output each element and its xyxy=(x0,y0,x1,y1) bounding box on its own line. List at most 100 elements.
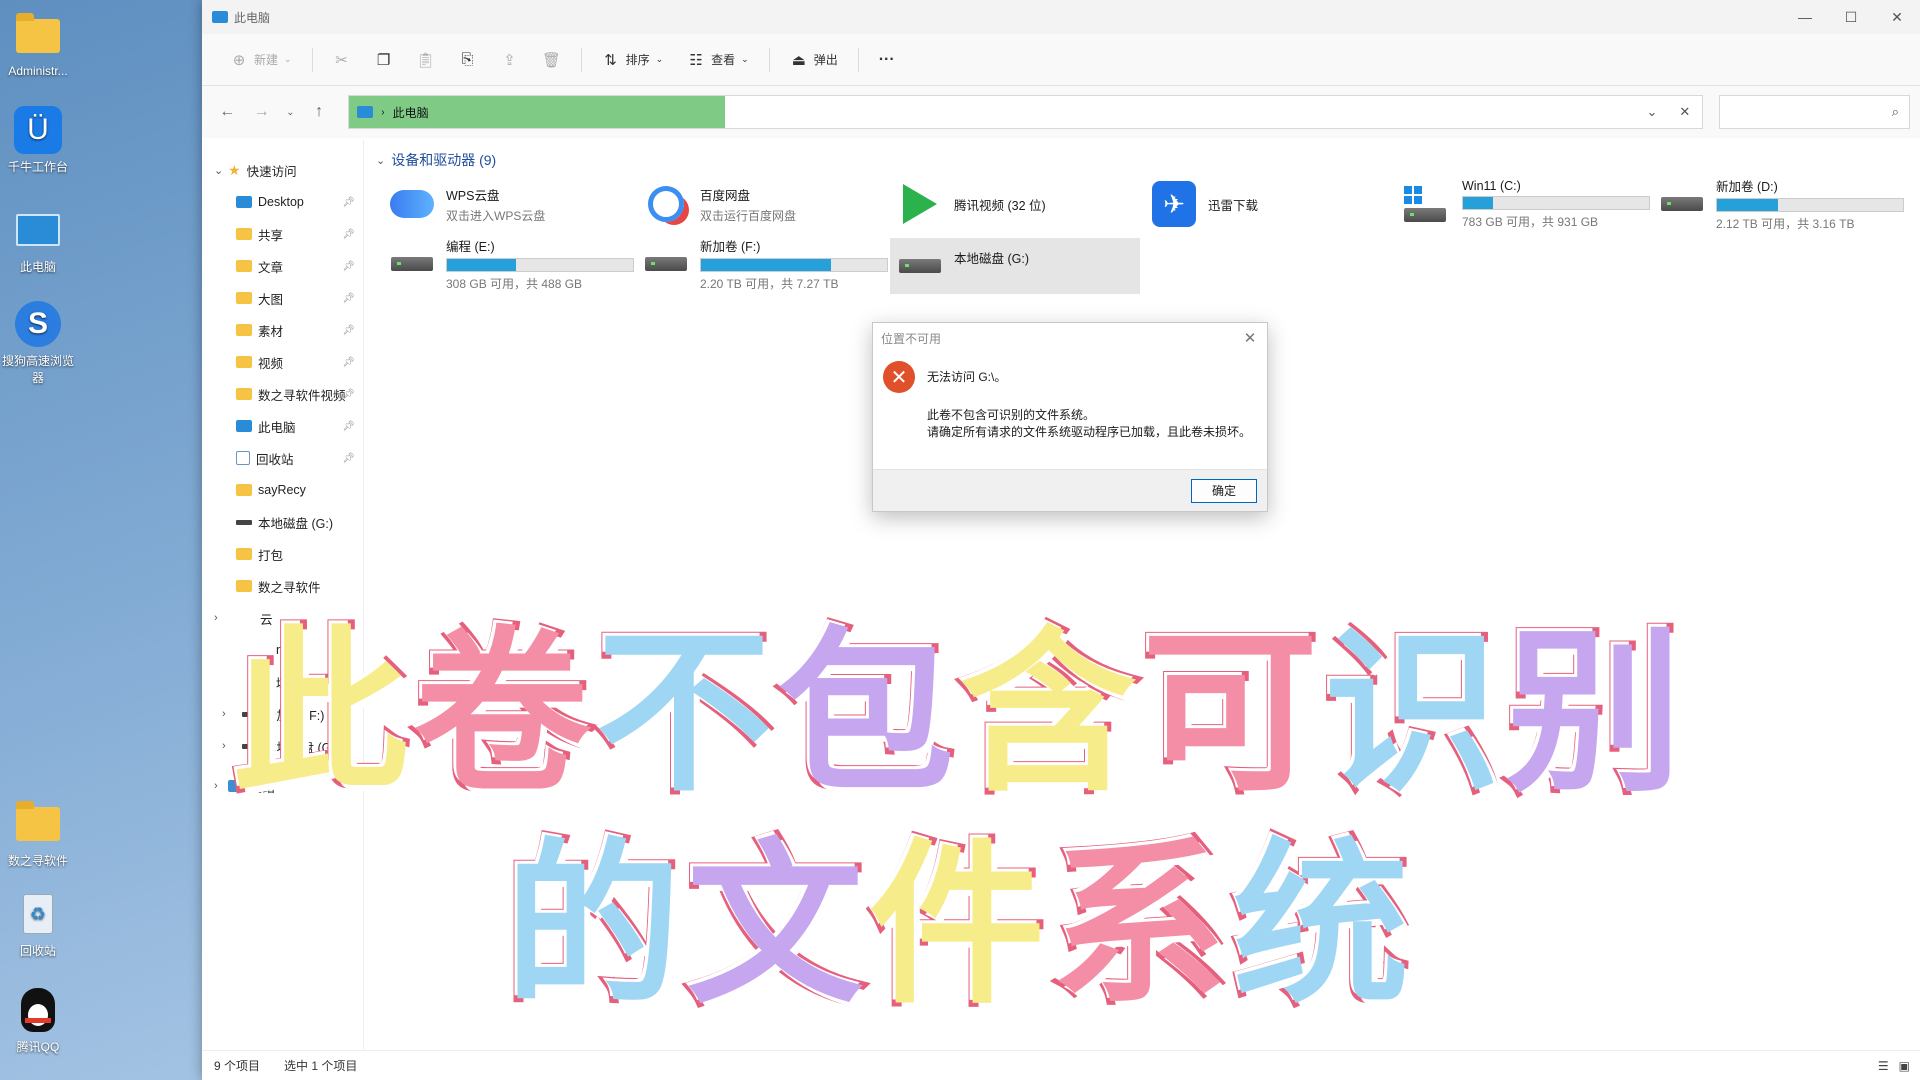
tile-baidu-netdisk[interactable]: 百度网盘 双击运行百度网盘 xyxy=(636,176,886,232)
desktop-icon xyxy=(236,196,252,208)
desktop-icon-administrator[interactable]: Administr... xyxy=(2,12,74,78)
tiles-view-icon[interactable]: ▣ xyxy=(1899,1059,1910,1073)
sidebar-item-package[interactable]: 打包 xyxy=(202,538,363,570)
sidebar-item-share[interactable]: 共享 📌︎ xyxy=(202,218,363,250)
breadcrumb[interactable]: 此电脑 xyxy=(393,104,429,121)
minimize-button[interactable]: — xyxy=(1782,9,1828,26)
more-button[interactable]: ··· xyxy=(869,45,905,75)
desktop-icon-label: Administr... xyxy=(8,64,68,78)
address-row: ← → ⌄ ↑ › 此电脑 ⌄ ✕ ⌕ xyxy=(202,86,1920,138)
view-list-icon: ☷ xyxy=(689,51,703,69)
desktop-icon-qq[interactable]: 腾讯QQ xyxy=(2,986,74,1055)
sidebar-item-partial-domain[interactable]: 域 xyxy=(202,666,363,698)
desktop-icon-shuzhixun[interactable]: 数之寻软件 xyxy=(2,800,74,869)
drive-icon xyxy=(388,240,436,288)
search-input[interactable]: ⌕ xyxy=(1719,95,1910,129)
sidebar-item-recycle-bin[interactable]: 回收站 📌︎ xyxy=(202,442,363,474)
folder-icon xyxy=(236,292,252,304)
sidebar-item-label: 数之寻软件视频 xyxy=(258,388,346,403)
qq-penguin-icon xyxy=(14,986,62,1034)
sidebar-item-materials[interactable]: 素材 📌︎ xyxy=(202,314,363,346)
sidebar-item-label: 快速访问 xyxy=(246,164,297,179)
group-header[interactable]: ⌄ 设备和驱动器 (9) xyxy=(376,150,496,170)
sidebar-item-partial-n1[interactable]: n1 xyxy=(202,634,363,666)
content-pane: ⌄ 设备和驱动器 (9) WPS云盘 双击进入WPS云盘 百度网盘 双击运行百度网盘… xyxy=(370,140,1920,1050)
tile-drive-f[interactable]: 新加卷 (F:) 2.20 TB 可用，共 7.27 TB xyxy=(636,236,888,292)
rename-icon: ⎘ xyxy=(461,51,474,68)
arrow-left-icon: ← xyxy=(219,103,236,120)
address-dropdown-icon[interactable]: ⌄ xyxy=(1646,104,1657,120)
new-button[interactable]: ⊕ 新建 ⌄ xyxy=(220,45,302,75)
sidebar-item-label: sayRecy xyxy=(258,483,306,497)
sidebar-quick-access[interactable]: ⌄ ★ 快速访问 xyxy=(202,154,363,186)
desktop-icon-this-pc[interactable]: 此电脑 xyxy=(2,206,74,275)
this-pc-icon xyxy=(212,11,228,23)
address-bar[interactable]: › 此电脑 ⌄ ✕ xyxy=(348,95,1704,129)
details-view-icon[interactable]: ☰ xyxy=(1878,1059,1889,1073)
new-label: 新建 xyxy=(254,53,279,67)
tile-drive-e[interactable]: 编程 (E:) 308 GB 可用，共 488 GB xyxy=(382,236,634,292)
folder-icon xyxy=(236,324,252,336)
up-button[interactable]: ↑ xyxy=(304,96,334,128)
forward-button[interactable]: → xyxy=(246,96,276,128)
back-button[interactable]: ← xyxy=(212,96,242,128)
sidebar-item-label: 共享 xyxy=(258,228,284,243)
error-dialog: 位置不可用 ✕ ✕ 无法访问 G:\。 此卷不包含可识别的文件系统。 请确定所有… xyxy=(872,322,1268,512)
title-bar[interactable]: 此电脑 — ☐ ✕ xyxy=(202,0,1920,34)
view-button[interactable]: ☷ 查看 ⌄ xyxy=(677,45,759,75)
ok-button[interactable]: 确定 xyxy=(1191,478,1257,503)
copy-icon: ❐ xyxy=(376,51,391,69)
desktop-icon-label: 搜狗高速浏览器 xyxy=(2,354,75,385)
cut-button[interactable]: ✂ xyxy=(323,45,361,75)
pin-icon: 📌︎ xyxy=(342,388,355,400)
folder-icon xyxy=(236,580,252,592)
dialog-title-bar[interactable]: 位置不可用 ✕ xyxy=(873,323,1267,353)
sort-button[interactable]: ⇅ 排序 ⌄ xyxy=(592,45,674,75)
rename-button[interactable]: ⎘ xyxy=(449,45,487,75)
sidebar-item-articles[interactable]: 文章 📌︎ xyxy=(202,250,363,282)
folder-icon xyxy=(236,484,252,496)
sidebar-item-sayrecy[interactable]: sayRecy xyxy=(202,474,363,506)
tile-xunlei[interactable]: ✈ 迅雷下载 xyxy=(1144,176,1394,232)
sidebar-item-desktop[interactable]: Desktop 📌︎ xyxy=(202,186,363,218)
delete-button[interactable]: 🗑︎ xyxy=(533,45,571,75)
sidebar-item-network[interactable]: › 网络 xyxy=(202,770,363,802)
close-button[interactable]: ✕ xyxy=(1874,9,1920,26)
tile-tencent-video[interactable]: 腾讯视频 (32 位) xyxy=(890,176,1140,232)
sidebar-item-videos[interactable]: 视频 📌︎ xyxy=(202,346,363,378)
sidebar-item-cloud[interactable]: › 云 xyxy=(202,602,363,634)
eject-button[interactable]: ⏏ 弹出 xyxy=(780,45,848,75)
pin-icon: 📌︎ xyxy=(342,324,355,336)
desktop-icon-recycle-bin[interactable]: ♻ 回收站 xyxy=(2,890,74,959)
sidebar-item-software-videos[interactable]: 数之寻软件视频 📌︎ xyxy=(202,378,363,410)
folder-icon xyxy=(236,228,252,240)
sidebar-item-this-pc[interactable]: 此电脑 📌︎ xyxy=(202,410,363,442)
tile-drive-c[interactable]: Win11 (C:) 783 GB 可用，共 931 GB xyxy=(1398,176,1650,232)
folder-icon xyxy=(14,800,62,848)
sidebar-item-drive-g[interactable]: 本地磁盘 (G:) xyxy=(202,506,363,538)
trash-icon: 🗑︎ xyxy=(542,51,562,69)
copy-button[interactable]: ❐ xyxy=(365,45,403,75)
sidebar-item-drive-g-tree[interactable]: › 本地磁盘 (G:) xyxy=(202,730,363,762)
tile-drive-g[interactable]: 本地磁盘 (G:) xyxy=(890,238,1140,294)
clear-address-icon[interactable]: ✕ xyxy=(1679,104,1690,120)
sidebar-item-software[interactable]: 数之寻软件 xyxy=(202,570,363,602)
sidebar-item-large-images[interactable]: 大图 📌︎ xyxy=(202,282,363,314)
this-pc-icon xyxy=(357,106,374,118)
sidebar-item-drive-f[interactable]: › 新加卷 (F:) xyxy=(202,698,363,730)
folder-icon xyxy=(14,12,62,60)
desktop-icon-sogou-browser[interactable]: S 搜狗高速浏览器 xyxy=(2,300,74,386)
chevron-down-icon: ⌄ xyxy=(284,54,292,64)
recent-button[interactable]: ⌄ xyxy=(281,96,300,128)
maximize-button[interactable]: ☐ xyxy=(1828,9,1874,26)
paste-button[interactable]: 📋︎ xyxy=(407,45,445,75)
tile-wps-cloud[interactable]: WPS云盘 双击进入WPS云盘 xyxy=(382,176,632,232)
network-icon xyxy=(228,780,244,792)
chevron-down-icon: ⌄ xyxy=(214,164,224,177)
dialog-close-icon[interactable]: ✕ xyxy=(1233,329,1267,347)
tile-drive-d[interactable]: 新加卷 (D:) 2.12 TB 可用，共 3.16 TB xyxy=(1652,176,1904,232)
navigation-pane: ⌄ ★ 快速访问 Desktop 📌︎ 共享 📌︎ 文章 📌︎ 大图 📌︎ 素材 📌︎ 视… xyxy=(202,140,364,1050)
usage-bar xyxy=(446,258,634,272)
desktop-icon-qianniu[interactable]: Ü 千牛工作台 xyxy=(2,106,74,175)
share-button[interactable]: ⇪ xyxy=(491,45,529,75)
